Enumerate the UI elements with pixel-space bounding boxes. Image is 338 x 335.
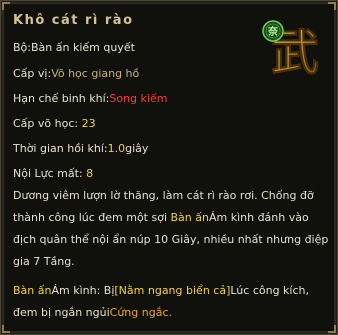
cooldown-label: Thời gian hồi khí:: [13, 142, 108, 155]
book-label: Bộ:: [13, 41, 31, 54]
skill-description: Dương viêm lượn lờ thăng, làm cát rì rào…: [13, 185, 331, 273]
cooldown-unit: giây: [125, 142, 149, 155]
effect-result: Cứng ngắc.: [109, 306, 172, 319]
effect-text-1: Ám kình: Bị: [51, 284, 115, 297]
frame-corner: [2, 325, 10, 333]
martial-level-label: Cấp võ học:: [13, 117, 79, 130]
weapon-restriction-value: Song kiếm: [109, 92, 168, 105]
internal-cost-value: 8: [86, 167, 94, 180]
skill-title: Khô cát rì rào: [13, 13, 134, 28]
skill-tooltip: Khô cát rì rào 武 奈 Bộ:Bàn ấn kiếm quyết …: [0, 0, 338, 335]
wu-martial-emblem-icon: 武 奈: [262, 20, 319, 81]
weapon-restriction-label: Hạn chế binh khí:: [13, 92, 110, 105]
cooldown-value: 1.0: [107, 142, 126, 155]
internal-cost-label: Nội Lực mất:: [13, 167, 83, 180]
effect-name: Bàn ấn: [13, 284, 52, 297]
emblem-badge-glyph: 奈: [267, 25, 279, 38]
frame-corner: [328, 2, 336, 10]
weapon-restriction-row: Hạn chế binh khí:Song kiếm: [13, 92, 167, 105]
level-requirement-label: Cấp vị:: [13, 67, 52, 80]
frame-corner: [328, 325, 336, 333]
book-value: Bàn ấn kiếm quyết: [30, 41, 135, 54]
martial-level-value: 23: [81, 117, 96, 130]
frame-corner: [2, 2, 10, 10]
skill-effect: Bàn ấnÁm kình: Bị[Nằm ngang biển cả]Lúc …: [13, 280, 331, 324]
book-row: Bộ:Bàn ấn kiếm quyết: [13, 41, 135, 54]
cooldown-row: Thời gian hồi khí:1.0giây: [13, 142, 148, 155]
effect-status: [Nằm ngang biển cả]: [114, 284, 231, 297]
level-requirement-value: Võ học giang hồ: [51, 67, 140, 80]
level-requirement-row: Cấp vị:Võ học giang hồ: [13, 67, 139, 80]
martial-level-row: Cấp võ học: 23: [13, 117, 96, 130]
description-highlight: Bàn ấn: [170, 211, 209, 224]
internal-cost-row: Nội Lực mất: 8: [13, 167, 93, 180]
